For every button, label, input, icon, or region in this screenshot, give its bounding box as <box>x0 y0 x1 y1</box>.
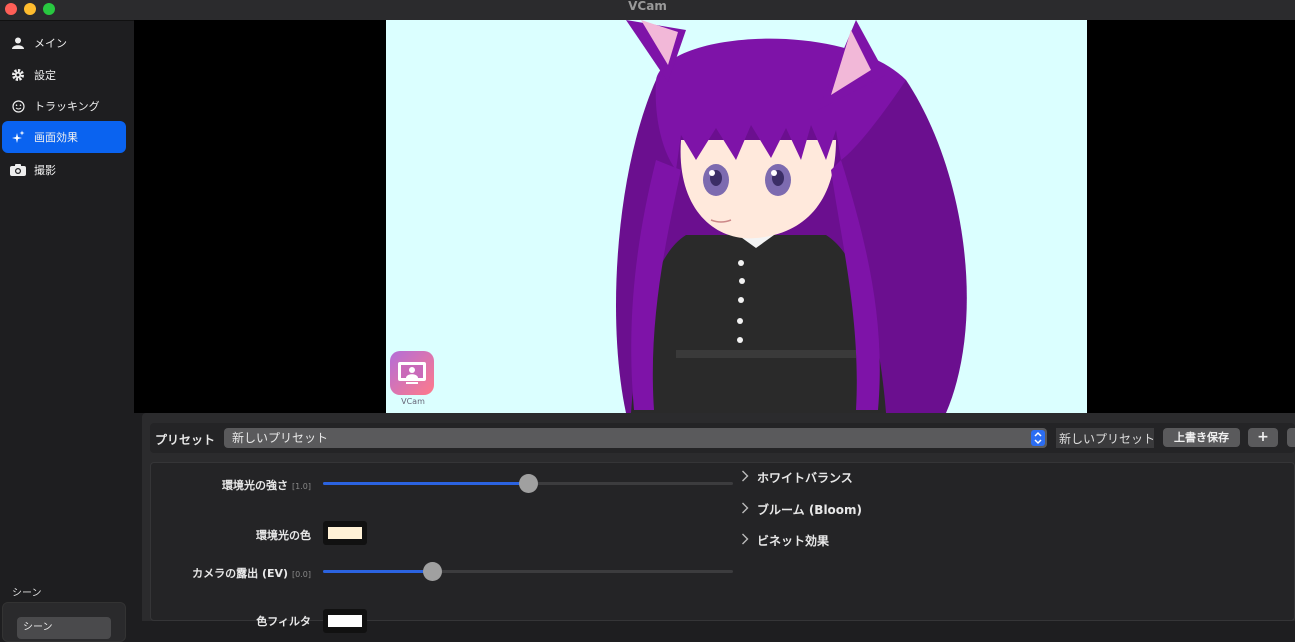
chevron-updown-icon <box>1031 430 1045 446</box>
slider-fill <box>323 570 432 573</box>
preset-name-field[interactable]: 新しいプリセット <box>1056 428 1154 448</box>
ambient-color-swatch <box>328 527 362 539</box>
sidebar-item-label: 画面効果 <box>34 131 78 144</box>
sidebar-item-tracking[interactable]: トラッキング <box>2 90 126 122</box>
slider-thumb[interactable] <box>519 474 538 493</box>
sparkles-icon <box>10 129 26 145</box>
preset-row: プリセット 新しいプリセット 新しいプリセット 上書き保存 + <box>150 423 1295 453</box>
sidebar-item-capture[interactable]: 撮影 <box>2 154 126 186</box>
chevron-right-icon <box>741 533 757 548</box>
section-label: ホワイトバランス <box>757 471 853 485</box>
sidebar-item-label: 撮影 <box>34 164 56 177</box>
vcam-logo-icon <box>390 351 434 395</box>
more-button[interactable] <box>1287 428 1295 447</box>
ambient-intensity-value: [1.0] <box>292 482 311 491</box>
effects-panel: プリセット 新しいプリセット 新しいプリセット 上書き保存 + 環境光の強さ [1… <box>142 413 1295 633</box>
chevron-right-icon <box>741 470 757 485</box>
sidebar-item-label: トラッキング <box>34 100 100 113</box>
preview-area: VCam <box>134 20 1295 413</box>
exposure-label: カメラの露出 (EV) [0.0] <box>192 567 311 580</box>
window-title: VCam <box>628 0 667 13</box>
chevron-right-icon <box>741 502 757 517</box>
section-label: ブルーム (Bloom) <box>757 503 863 517</box>
vcam-watermark: VCam <box>390 351 436 406</box>
exposure-value: [0.0] <box>292 570 311 579</box>
gear-icon <box>10 67 26 83</box>
scene-section-label: シーン <box>12 588 42 599</box>
preset-label: プリセット <box>155 433 216 447</box>
person-icon <box>10 35 26 51</box>
sidebar-item-main[interactable]: メイン <box>2 27 126 59</box>
preset-select-value: 新しいプリセット <box>232 431 329 445</box>
color-filter-swatch <box>328 615 362 627</box>
camera-icon <box>10 162 26 178</box>
exposure-slider[interactable] <box>323 562 733 581</box>
slider-fill <box>323 482 528 485</box>
avatar-preview[interactable]: VCam <box>386 20 1087 413</box>
avatar-illustration <box>616 20 967 413</box>
section-vignette[interactable]: ビネット効果 <box>741 532 829 549</box>
ambient-intensity-slider[interactable] <box>323 474 733 493</box>
preset-select[interactable]: 新しいプリセット <box>224 428 1047 448</box>
effects-settings: 環境光の強さ [1.0] 環境光の色 カメラの露出 (EV) [0.0] 色フィルタ <box>150 462 1295 633</box>
ambient-intensity-label: 環境光の強さ [1.0] <box>222 479 311 492</box>
section-bloom[interactable]: ブルーム (Bloom) <box>741 501 862 518</box>
section-label: ビネット効果 <box>757 534 830 548</box>
overwrite-save-button[interactable]: 上書き保存 <box>1163 428 1240 447</box>
face-icon <box>10 98 26 114</box>
section-white-balance[interactable]: ホワイトバランス <box>741 469 853 486</box>
watermark-label: VCam <box>401 397 425 406</box>
ambient-color-label: 環境光の色 <box>256 529 311 542</box>
scene-list: シーン <box>2 602 126 642</box>
sidebar: メイン 設定 トラッキング 画面効果 撮影 シーン シーン <box>0 21 134 642</box>
sidebar-item-label: 設定 <box>34 69 56 82</box>
color-filter-label: 色フィルタ <box>256 615 311 628</box>
ambient-color-well[interactable] <box>323 521 367 545</box>
sidebar-item-settings[interactable]: 設定 <box>2 59 126 91</box>
color-filter-well[interactable] <box>323 609 367 633</box>
sidebar-item-label: メイン <box>34 37 67 50</box>
sidebar-item-screen-effects[interactable]: 画面効果 <box>2 121 126 153</box>
add-preset-button[interactable]: + <box>1248 428 1278 447</box>
slider-thumb[interactable] <box>422 562 442 581</box>
scene-list-item[interactable]: シーン <box>17 617 111 639</box>
title-bar: VCam <box>0 0 1295 21</box>
